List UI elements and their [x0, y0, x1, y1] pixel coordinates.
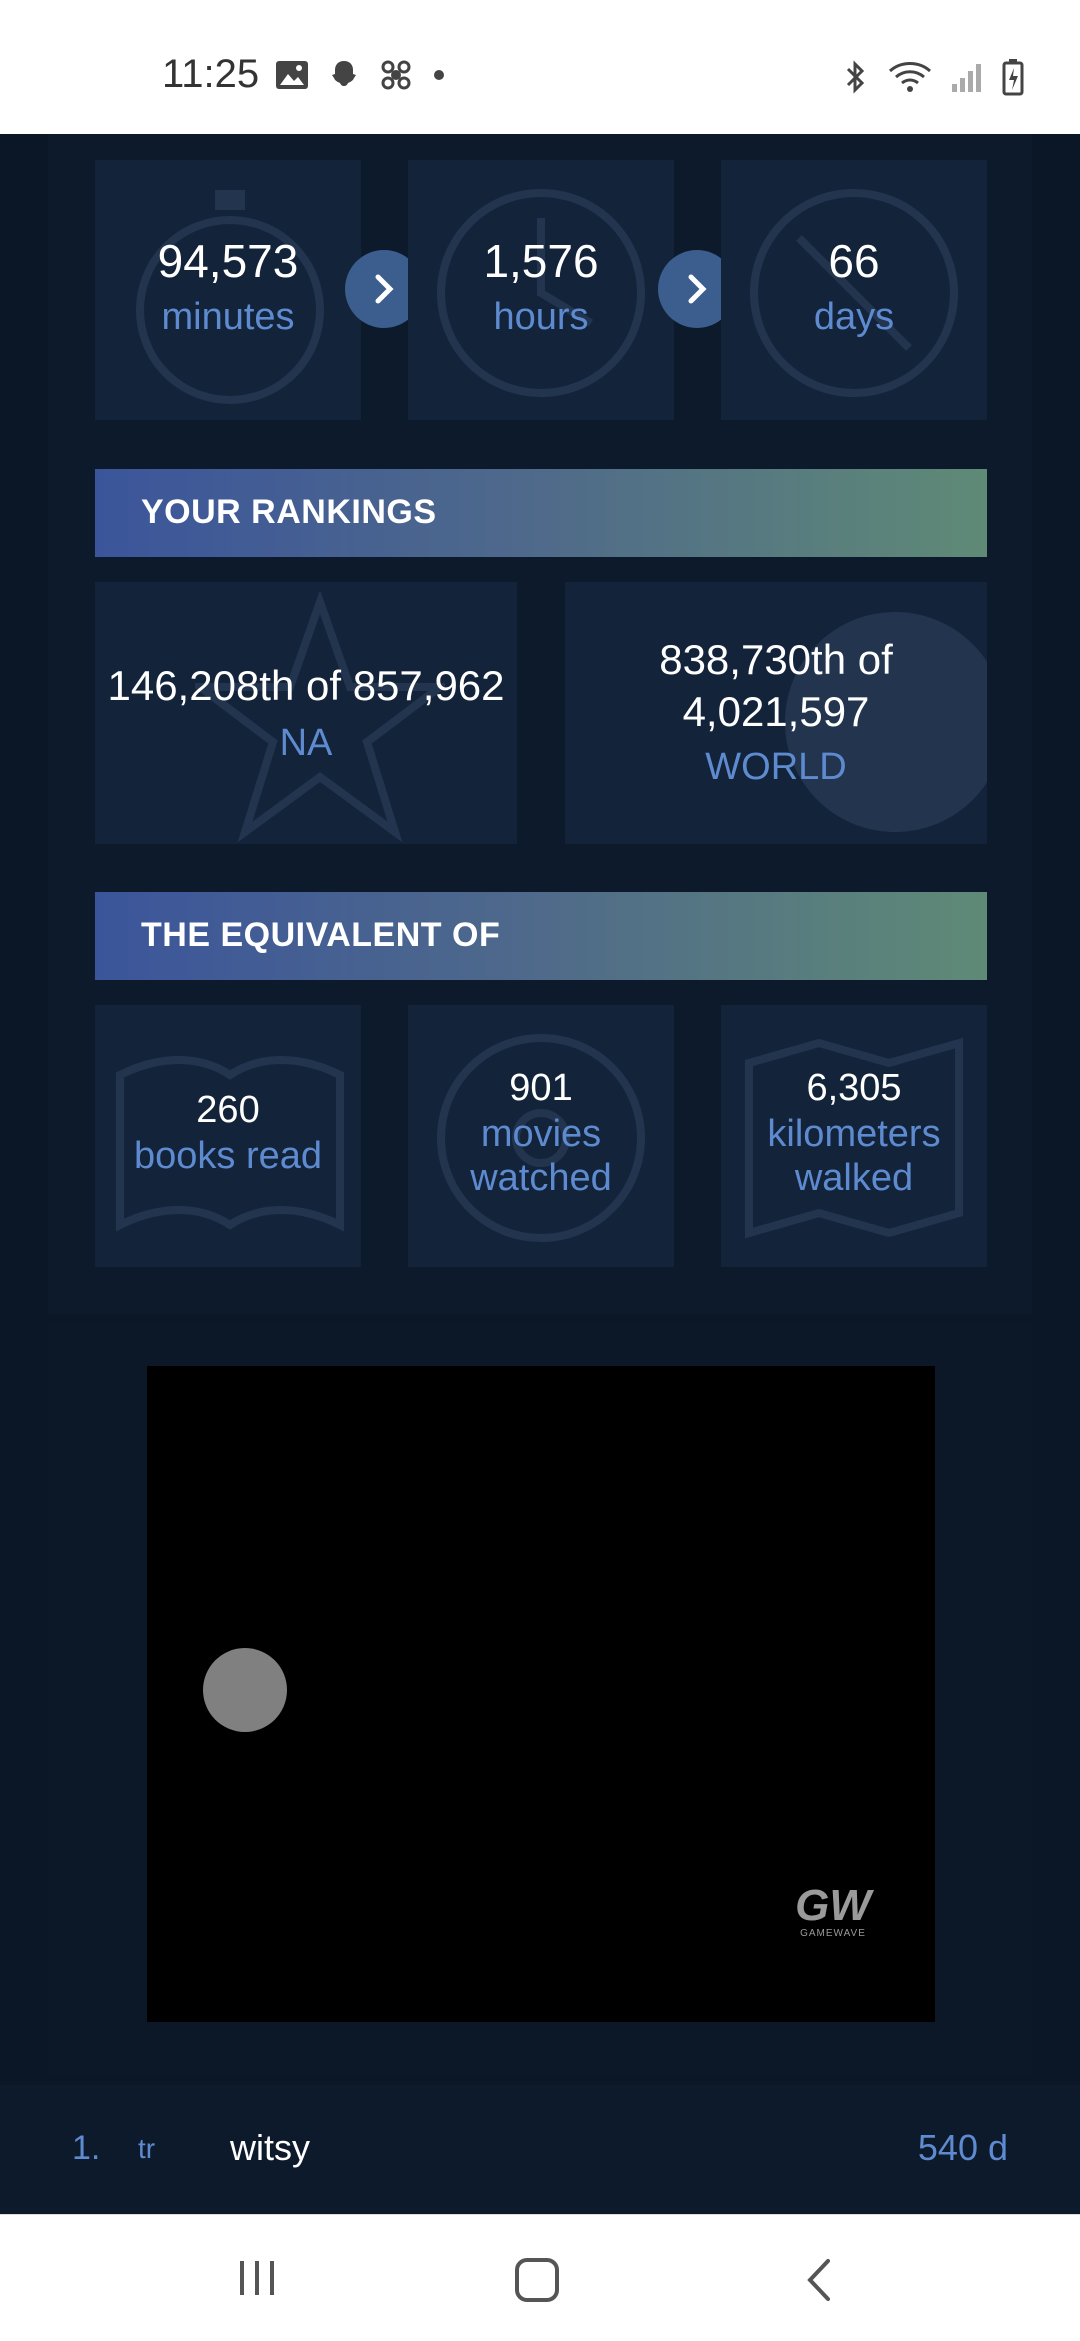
hours-label: hours — [493, 296, 589, 338]
recent-apps-icon[interactable] — [234, 2255, 280, 2301]
back-icon[interactable] — [800, 2255, 840, 2305]
equivalent-header: THE EQUIVALENT OF — [95, 892, 987, 980]
books-tile: 260 books read — [95, 1005, 361, 1267]
books-value: 260 — [196, 1089, 260, 1131]
home-icon[interactable] — [512, 2255, 562, 2305]
region-rank-tile: 146,208th of 857,962 NA — [95, 582, 517, 844]
region-label: NA — [279, 722, 333, 764]
walking-label-line2: walked — [794, 1157, 914, 1199]
movies-value: 901 — [509, 1067, 573, 1109]
world-rank-line2: 4,021,597 — [682, 688, 870, 735]
equivalent-title: THE EQUIVALENT OF — [141, 916, 501, 954]
movies-tile: 901 movies watched — [408, 1005, 674, 1267]
hours-tile: 1,576 hours — [408, 160, 674, 420]
leaderboard-row[interactable]: 1. tr witsy 540 d — [0, 2085, 1080, 2213]
rankings-header: YOUR RANKINGS — [95, 469, 987, 557]
movies-label-line1: movies — [480, 1113, 602, 1155]
chevron-right-icon — [688, 274, 707, 304]
wifi-icon — [888, 62, 932, 92]
compass-icon — [750, 189, 958, 397]
world-label: WORLD — [705, 746, 847, 788]
chevron-right-icon — [375, 274, 394, 304]
minutes-value: 94,573 — [157, 235, 299, 287]
rankings-title: YOUR RANKINGS — [141, 493, 437, 531]
region-rank-value: 146,208th of 857,962 — [107, 662, 505, 709]
days-tile: 66 days — [721, 160, 987, 420]
movies-label-line2: watched — [470, 1157, 612, 1199]
gamewave-logo: GW GAMEWAVE — [783, 1881, 883, 1940]
notification-icons — [275, 58, 447, 92]
battery-icon — [1002, 59, 1024, 96]
leaderboard-rank: 1. — [72, 2129, 101, 2167]
dot-icon — [434, 70, 444, 80]
main-content: 94,573 minutes 1,576 hours 66 days YOUR … — [0, 134, 1080, 2214]
stopwatch-icon — [136, 190, 324, 404]
status-time: 11:25 — [162, 52, 260, 96]
walking-tile: 6,305 kilometers walked — [721, 1005, 987, 1267]
minutes-label: minutes — [161, 296, 295, 338]
navigation-bar — [0, 2214, 1080, 2341]
days-label: days — [813, 296, 895, 338]
clock-icon — [437, 189, 645, 397]
bluetooth-icon — [846, 60, 865, 94]
hours-value: 1,576 — [483, 235, 599, 287]
world-rank-tile: 838,730th of 4,021,597 WORLD — [565, 582, 987, 844]
world-rank-line1: 838,730th of — [659, 636, 893, 683]
snapchat-icon — [332, 61, 356, 86]
app-icon — [381, 60, 411, 90]
walking-label-line1: kilometers — [767, 1113, 941, 1155]
system-icons — [840, 58, 1024, 96]
signal-icon — [952, 64, 981, 92]
minutes-tile: 94,573 minutes — [95, 160, 361, 420]
leaderboard-name: witsy — [230, 2127, 310, 2168]
logo-mark: GW — [795, 1881, 871, 1930]
walking-value: 6,305 — [806, 1067, 902, 1109]
status-bar: 11:25 — [0, 0, 1080, 134]
video-player[interactable]: GW GAMEWAVE — [147, 1366, 935, 2022]
star-icon — [195, 592, 445, 842]
leaderboard-value: 540 d — [917, 2127, 1008, 2168]
days-value: 66 — [828, 235, 880, 287]
leaderboard-flag: tr — [138, 2133, 156, 2164]
books-label: books read — [133, 1135, 322, 1177]
gallery-icon — [276, 61, 308, 89]
video-play-dot[interactable] — [203, 1648, 287, 1732]
